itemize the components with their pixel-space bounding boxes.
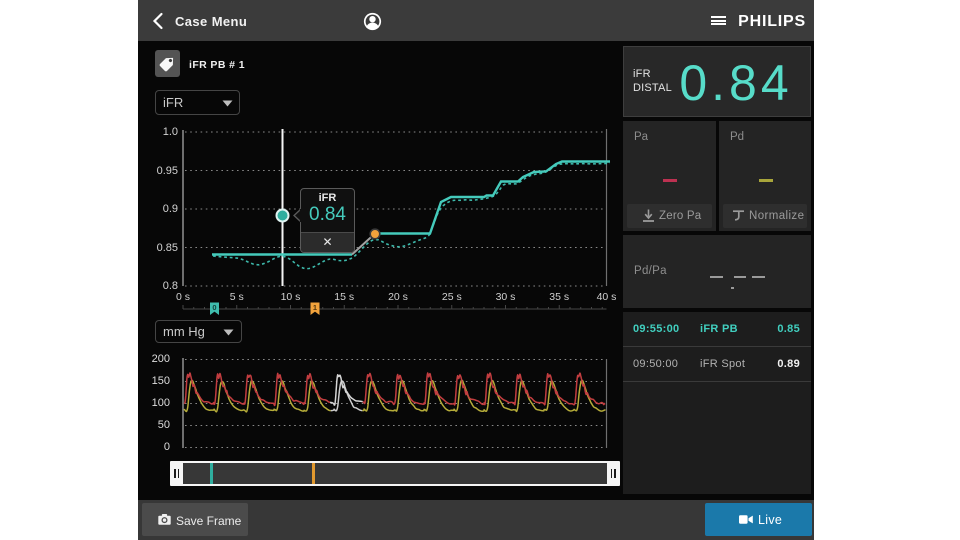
svg-text:1: 1	[313, 303, 317, 312]
svg-text:0: 0	[212, 303, 216, 312]
